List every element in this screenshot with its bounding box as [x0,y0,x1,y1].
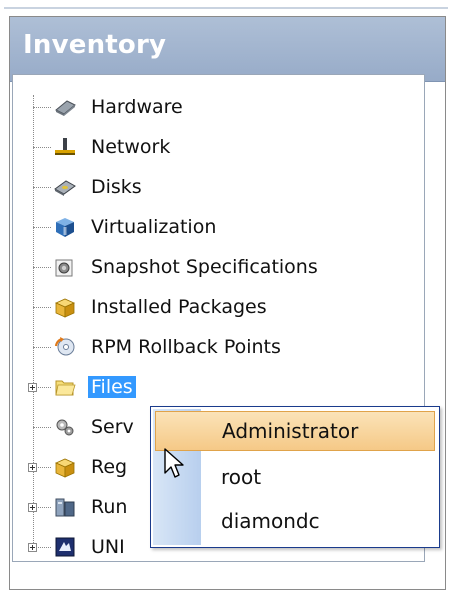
tree-branch-line [33,307,51,308]
menu-item-label: root [221,465,262,489]
expand-unix-toggle[interactable] [28,543,37,552]
expand-registry-toggle[interactable] [28,463,37,472]
tree-branch-line [33,187,51,188]
package-icon [55,298,75,318]
user-context-menu: Administrator root diamondc [150,406,440,548]
expand-files-toggle[interactable] [28,383,37,392]
tree-item-snapshot-specifications[interactable]: Snapshot Specifications [91,256,318,278]
tree-branch-line [33,107,51,108]
tree-item-registry[interactable]: Reg [91,456,127,478]
top-divider [4,7,448,9]
snapshot-icon [55,259,73,277]
tree-item-disks[interactable]: Disks [91,176,142,198]
panel-title: Inventory [23,30,167,60]
top-strip [0,0,452,16]
tree-branch-line [38,387,51,388]
unix-icon [55,537,75,557]
expand-running-toggle[interactable] [28,503,37,512]
tree-branch-line [33,147,51,148]
menu-item-administrator[interactable]: Administrator [155,411,435,451]
tree-connector [33,95,34,547]
disk-icon [54,180,76,196]
menu-item-root[interactable]: root [155,457,435,497]
tree-branch-line [33,427,51,428]
tree-item-hardware[interactable]: Hardware [91,96,183,118]
tree-branch-line [33,267,51,268]
tree-item-unix[interactable]: UNI [91,536,125,558]
tree-item-installed-packages[interactable]: Installed Packages [91,296,267,318]
rollback-icon [54,337,75,356]
tree-item-running[interactable]: Run [91,496,127,518]
hardware-icon [55,100,76,116]
tree-branch-line [33,227,51,228]
tree-item-files[interactable]: Files [88,376,136,398]
panel-header: Inventory [10,17,445,82]
folder-icon [55,380,76,396]
tree-item-services[interactable]: Serv [91,416,134,438]
running-icon [55,498,75,517]
tree-item-network[interactable]: Network [91,136,170,158]
menu-item-label: diamondc [221,509,320,533]
registry-icon [55,458,75,478]
tree-branch-line [33,347,51,348]
tree-branch-line [38,547,51,548]
virtualization-icon [56,218,74,237]
network-icon [55,138,75,155]
mouse-cursor-icon [164,448,184,478]
tree-item-virtualization[interactable]: Virtualization [91,216,216,238]
menu-item-diamondc[interactable]: diamondc [155,501,435,541]
menu-item-label: Administrator [222,419,359,443]
services-icon [56,419,74,436]
tree-item-rpm-rollback-points[interactable]: RPM Rollback Points [91,336,281,358]
tree-branch-line [38,507,51,508]
tree-branch-line [38,467,51,468]
